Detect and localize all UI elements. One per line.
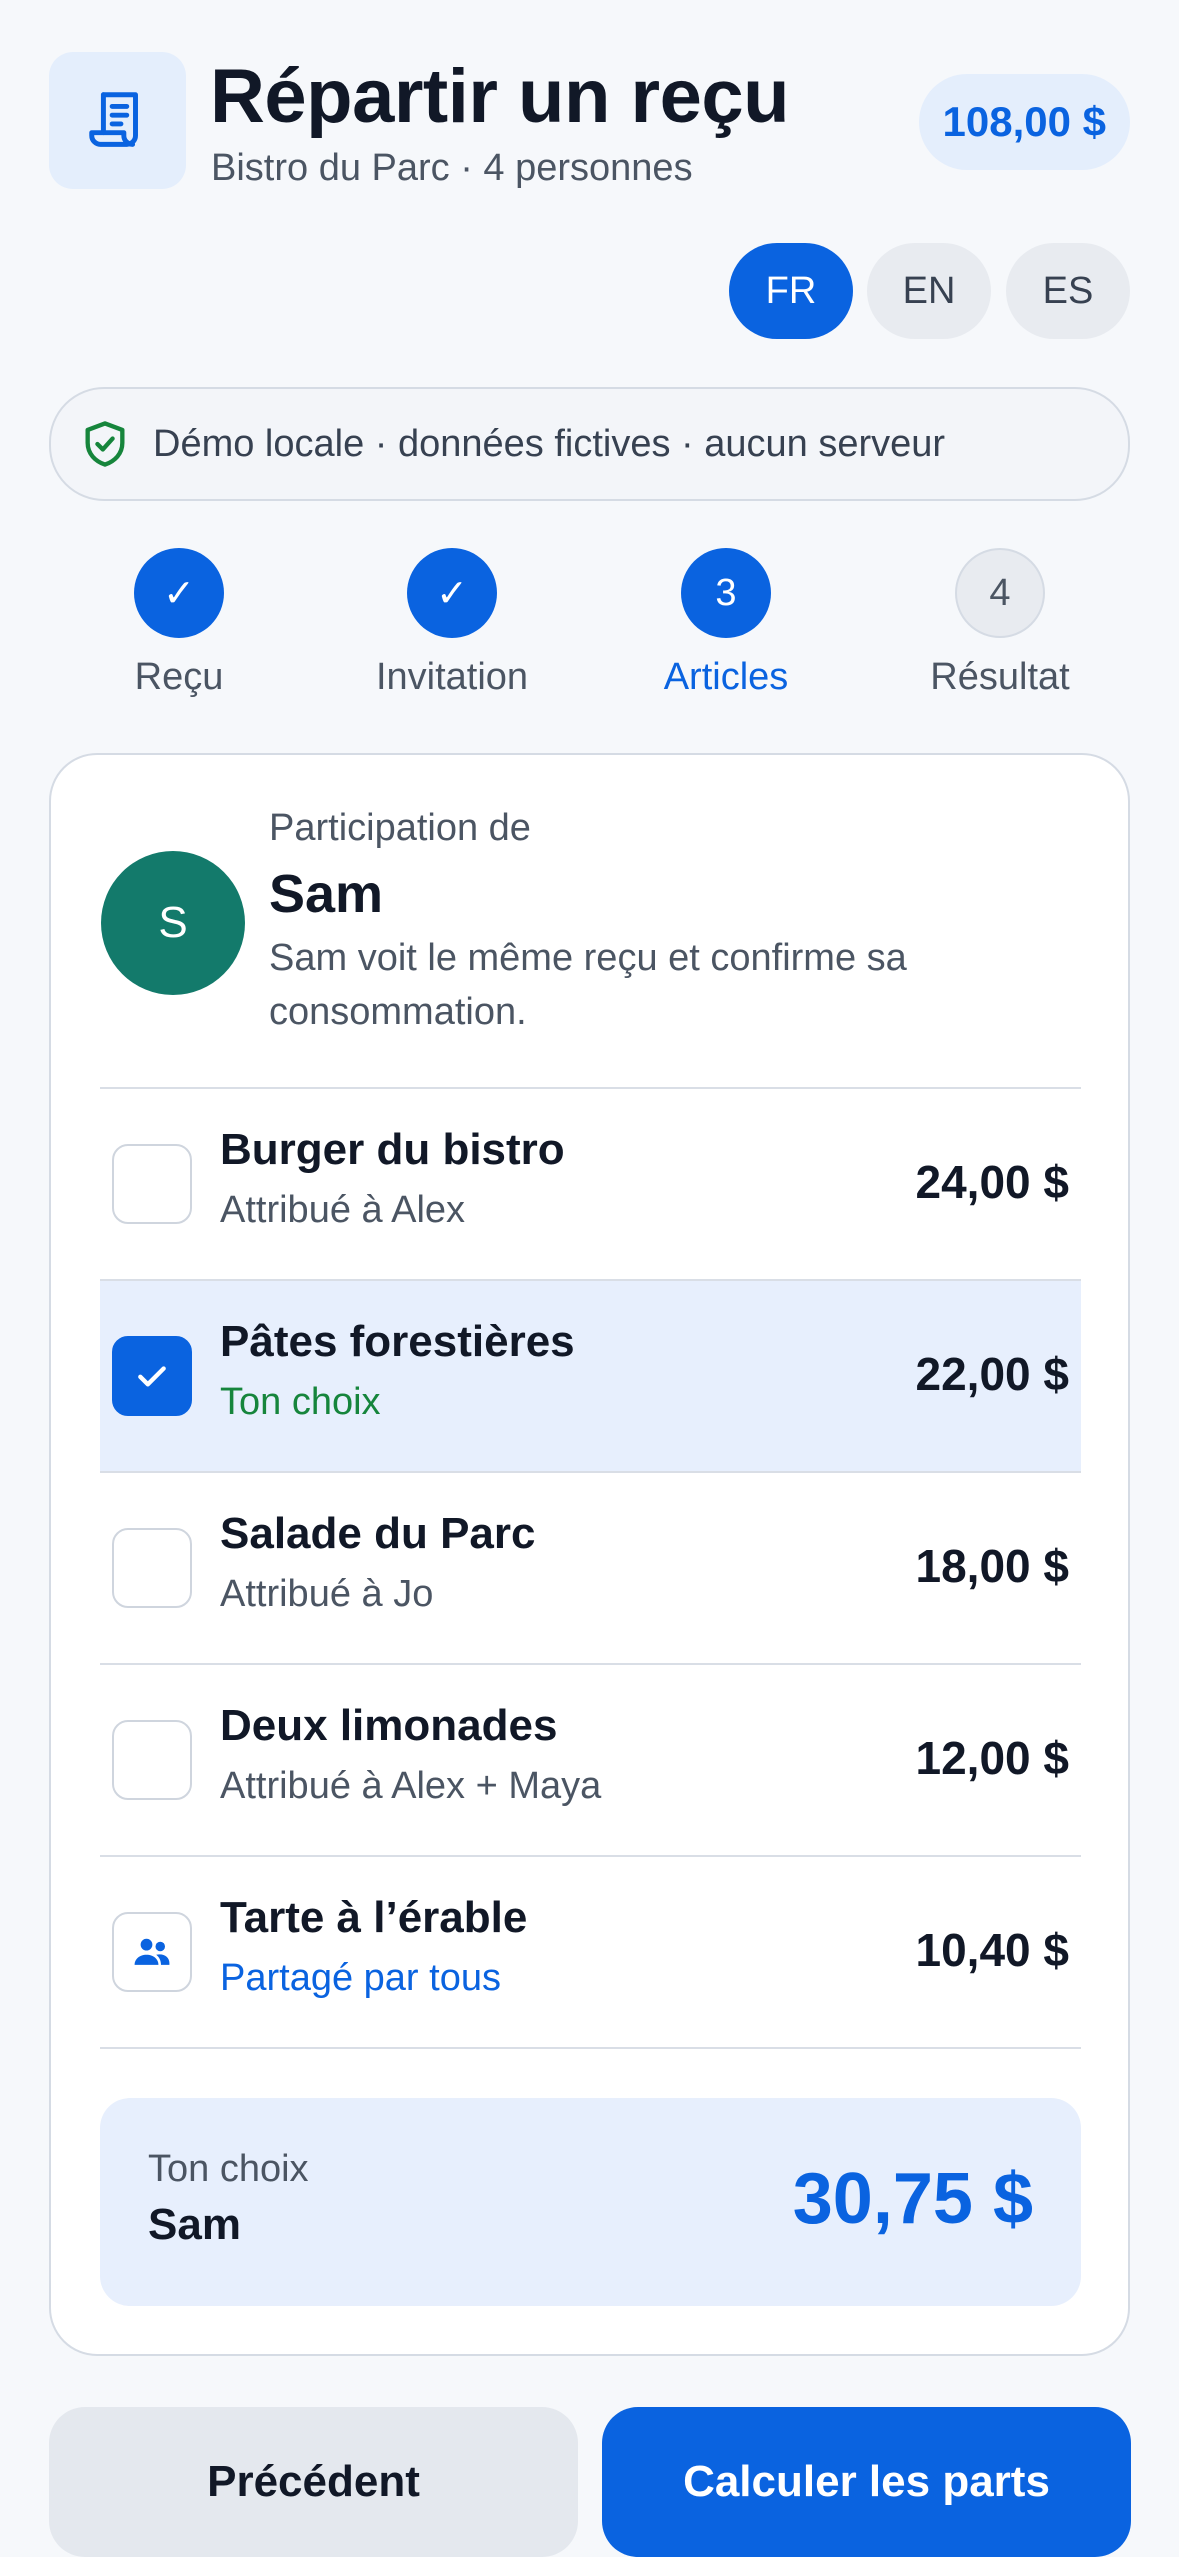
participant-description: Sam voit le même reçu et confirme sa con… (269, 937, 907, 1033)
step-marker: 4 (955, 548, 1045, 638)
divider (100, 2047, 1081, 2049)
step-recu: ✓ Reçu (59, 548, 299, 699)
language-fr-button[interactable]: FR (729, 243, 853, 339)
step-invitation: ✓ Invitation (332, 548, 572, 699)
people-icon (134, 1938, 170, 1965)
item-price: 22,00 $ (915, 1348, 1069, 1400)
page-title: Répartir un reçu (210, 54, 790, 139)
step-label: Résultat (930, 656, 1070, 698)
item-assignment: Attribué à Jo (220, 1573, 434, 1615)
item-name: Burger du bistro (220, 1125, 565, 1174)
shield-check-icon (85, 421, 125, 467)
receipt-total-badge: 108,00 $ (918, 74, 1130, 170)
item-checkbox[interactable] (112, 1336, 192, 1416)
list-item[interactable]: Deux limonades Attribué à Alex + Maya 12… (100, 1665, 1081, 1855)
item-price: 10,40 $ (915, 1924, 1069, 1976)
demo-notice: Démo locale · données fictives · aucun s… (49, 387, 1130, 501)
language-es-button[interactable]: ES (1006, 243, 1130, 339)
selection-summary: Ton choix Sam 30,75 $ (100, 2098, 1081, 2306)
list-item[interactable]: Pâtes forestières Ton choix 22,00 $ (100, 1281, 1081, 1471)
step-label: Reçu (134, 656, 224, 698)
item-name: Tarte à l’érable (220, 1893, 528, 1942)
avatar: S (101, 851, 245, 995)
item-assignment: Attribué à Alex (220, 1189, 466, 1231)
step-marker: ✓ (407, 548, 497, 638)
step-label: Articles (663, 656, 789, 698)
list-item: Tarte à l’érable Partagé par tous 10,40 … (100, 1857, 1081, 2047)
step-articles: 3 Articles (606, 548, 846, 699)
list-item[interactable]: Burger du bistro Attribué à Alex 24,00 $ (100, 1089, 1081, 1279)
item-name: Deux limonades (220, 1701, 558, 1750)
item-name: Pâtes forestières (220, 1317, 575, 1366)
receipt-icon (49, 52, 186, 189)
participant-name: Sam (269, 864, 384, 924)
shared-item-badge (112, 1912, 192, 1992)
check-icon (138, 1366, 166, 1387)
item-checkbox[interactable] (112, 1144, 192, 1224)
item-price: 18,00 $ (915, 1540, 1069, 1592)
step-marker: ✓ (134, 548, 224, 638)
summary-kicker: Ton choix (148, 2148, 309, 2190)
item-assignment: Partagé par tous (220, 1957, 501, 1999)
item-checkbox[interactable] (112, 1720, 192, 1800)
item-name: Salade du Parc (220, 1509, 536, 1558)
participant-kicker: Participation de (269, 807, 531, 849)
step-label: Invitation (375, 656, 529, 698)
summary-amount: 30,75 $ (792, 2159, 1033, 2239)
previous-button[interactable]: Précédent (49, 2407, 578, 2557)
step-resultat: 4 Résultat (880, 548, 1120, 699)
language-en-button[interactable]: EN (867, 243, 991, 339)
list-item[interactable]: Salade du Parc Attribué à Jo 18,00 $ (100, 1473, 1081, 1663)
item-assignment: Ton choix (220, 1381, 381, 1423)
step-marker: 3 (681, 548, 771, 638)
summary-name: Sam (148, 2200, 241, 2249)
demo-notice-text: Démo locale · données fictives · aucun s… (153, 422, 946, 465)
item-checkbox[interactable] (112, 1528, 192, 1608)
page-subtitle: Bistro du Parc · 4 personnes (211, 147, 693, 189)
participation-card: S Participation de Sam Sam voit le même … (49, 753, 1130, 2356)
calculate-shares-button[interactable]: Calculer les parts (602, 2407, 1131, 2557)
item-assignment: Attribué à Alex + Maya (220, 1765, 602, 1807)
item-price: 12,00 $ (915, 1732, 1069, 1784)
header: Répartir un reçu Bistro du Parc · 4 pers… (49, 52, 1130, 192)
item-price: 24,00 $ (915, 1156, 1069, 1208)
